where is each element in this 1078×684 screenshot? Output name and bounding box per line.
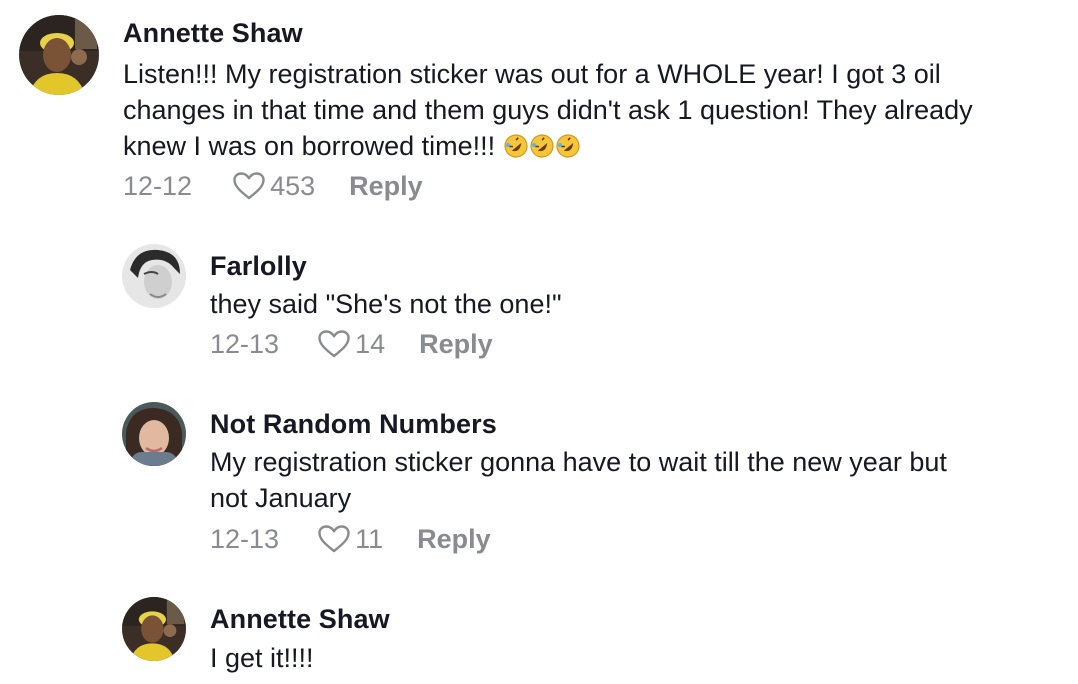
- like-button[interactable]: 453: [232, 171, 315, 202]
- comment-text: Listen!!! My registration sticker was ou…: [123, 56, 1063, 164]
- avatar[interactable]: [122, 402, 186, 466]
- avatar[interactable]: [122, 244, 186, 308]
- like-count: 14: [355, 328, 386, 359]
- like-count: 453: [270, 170, 316, 201]
- avatar[interactable]: [19, 15, 99, 95]
- comment-date: 12-13: [210, 328, 280, 359]
- comment-text-line: not January: [210, 483, 352, 513]
- rolling-laughing-emoji-icon: [556, 134, 580, 158]
- comment-text-line: My registration sticker gonna have to wa…: [210, 447, 947, 477]
- reply-button[interactable]: Reply: [417, 524, 491, 555]
- comment-text-line: Listen!!! My registration sticker was ou…: [123, 59, 941, 89]
- comment-author[interactable]: Farlolly: [210, 251, 307, 282]
- comment-text-line: knew I was on borrowed time!!!: [123, 128, 1063, 164]
- heart-icon: [233, 172, 265, 200]
- avatar-yellow-hair-icon: [122, 597, 186, 661]
- comment-author[interactable]: Annette Shaw: [123, 18, 303, 49]
- avatar-monochrome-icon: [122, 244, 186, 308]
- avatar-selfie-icon: [122, 402, 186, 466]
- comment-text-line: they said "She's not the one!": [210, 289, 562, 319]
- avatar[interactable]: [122, 597, 186, 661]
- comment-meta: 12-12 453 Reply: [123, 168, 423, 204]
- comment-text-line: I get it!!!!: [210, 643, 314, 673]
- comment-author[interactable]: Not Random Numbers: [210, 409, 497, 440]
- comment-text: My registration sticker gonna have to wa…: [210, 444, 1060, 516]
- comment-date: 12-12: [123, 170, 193, 201]
- like-button[interactable]: 11: [317, 524, 383, 555]
- comment-date: 12-13: [210, 523, 280, 554]
- heart-icon: [318, 525, 350, 553]
- heart-icon: [318, 330, 350, 358]
- laughing-emoji-group: [503, 131, 581, 161]
- rolling-laughing-emoji-icon: [530, 134, 554, 158]
- rolling-laughing-emoji-icon: [504, 134, 528, 158]
- reply-button[interactable]: Reply: [349, 171, 423, 202]
- comment-meta: 12-13 11 Reply: [210, 521, 491, 557]
- reply-button[interactable]: Reply: [419, 329, 493, 360]
- comment-meta: 12-13 14 Reply: [210, 326, 493, 362]
- comment-text: they said "She's not the one!": [210, 286, 1060, 322]
- comment-text: I get it!!!!: [210, 640, 1060, 676]
- comment-text-line-content: knew I was on borrowed time!!!: [123, 131, 496, 161]
- like-count: 11: [355, 523, 384, 554]
- like-button[interactable]: 14: [317, 329, 385, 360]
- avatar-yellow-hair-icon: [19, 15, 99, 95]
- comment-author[interactable]: Annette Shaw: [210, 604, 390, 635]
- comment-text-line: changes in that time and them guys didn'…: [123, 95, 973, 125]
